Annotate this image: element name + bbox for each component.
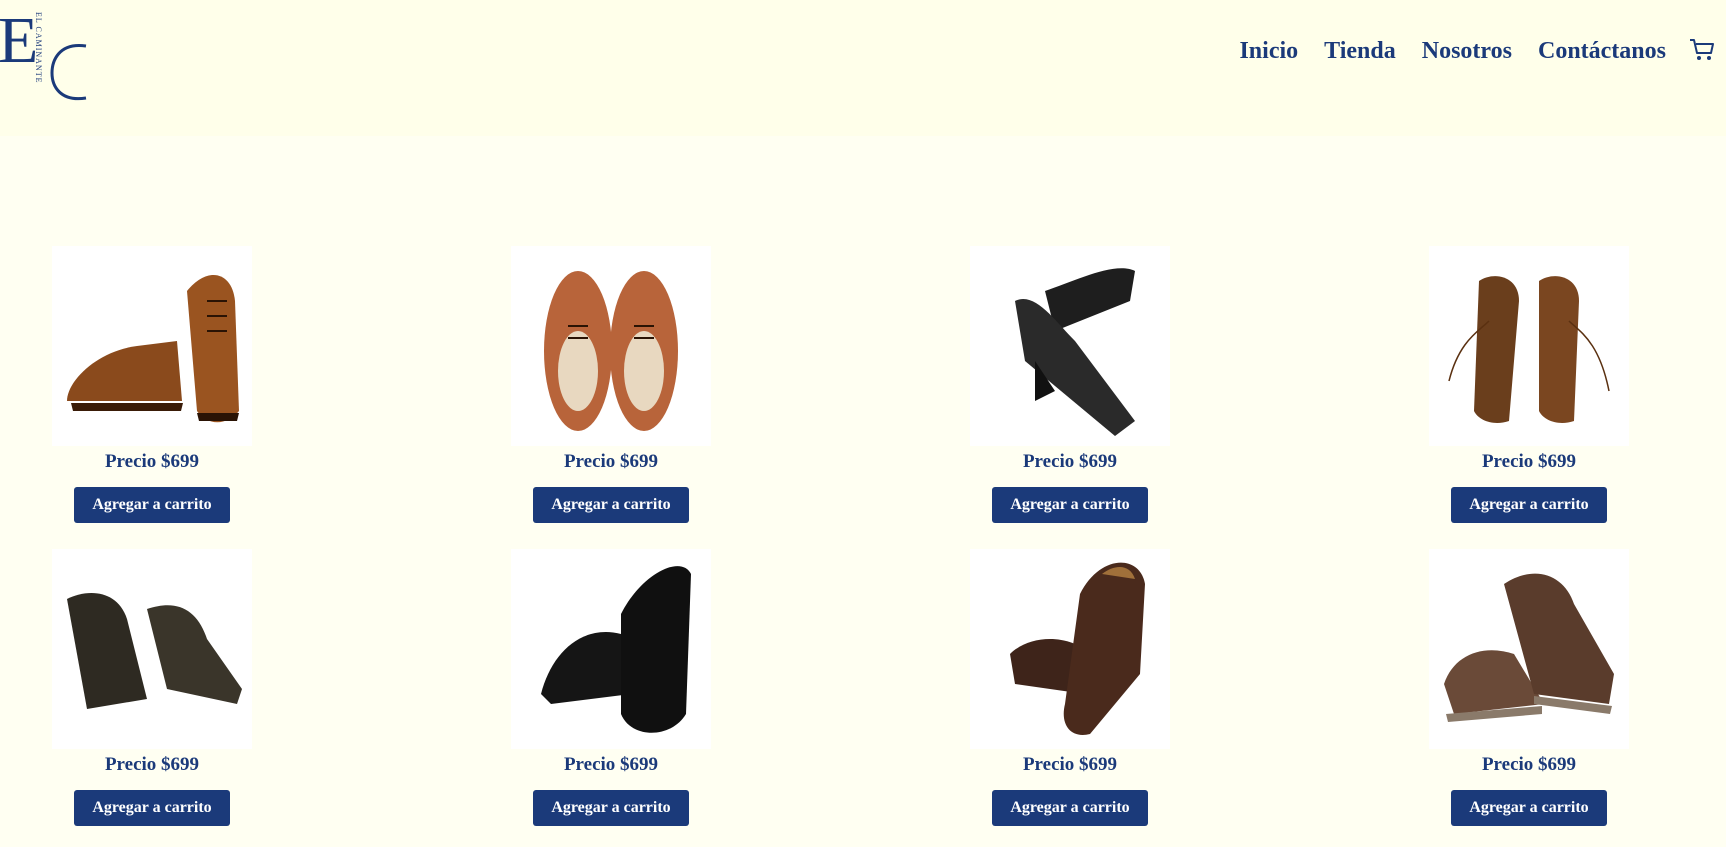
shoe-image-dark-cap-toe [67, 593, 242, 709]
main-nav: Inicio Tienda Nosotros Contáctanos [1239, 38, 1666, 65]
product-image[interactable] [511, 549, 711, 749]
add-to-cart-button[interactable]: Agregar a carrito [533, 487, 689, 523]
product-image[interactable] [52, 246, 252, 446]
product-price: Precio $699 [563, 754, 659, 775]
logo-letter-c [50, 44, 87, 101]
logo-subtitle: EL CAMINANTE [34, 12, 43, 84]
product-card: Precio $699 Agregar a carrito [52, 246, 252, 523]
product-image[interactable] [970, 549, 1170, 749]
shoe-image-black-derby [1015, 268, 1135, 436]
shoe-image-bronze-oxford [1448, 276, 1610, 423]
add-to-cart-button[interactable]: Agregar a carrito [992, 487, 1148, 523]
product-image[interactable] [1429, 549, 1629, 749]
logo-letter-e: E [0, 4, 39, 77]
cart-icon[interactable] [1688, 36, 1716, 64]
product-price: Precio $699 [104, 451, 200, 472]
site-header: E EL CAMINANTE Inicio Tienda Nosotros Co… [0, 0, 1726, 136]
shoe-image-brown-wingtip [67, 274, 239, 423]
product-price: Precio $699 [1481, 451, 1577, 472]
product-card: Precio $699 Agregar a carrito [511, 246, 711, 523]
product-price: Precio $699 [104, 754, 200, 775]
product-card: Precio $699 Agregar a carrito [52, 549, 252, 826]
product-image[interactable] [511, 246, 711, 446]
shoe-image-black-brogue [541, 566, 691, 733]
add-to-cart-button[interactable]: Agregar a carrito [533, 790, 689, 826]
add-to-cart-button[interactable]: Agregar a carrito [74, 790, 230, 826]
product-image[interactable] [970, 246, 1170, 446]
nav-tienda[interactable]: Tienda [1324, 38, 1396, 65]
product-price: Precio $699 [1022, 451, 1118, 472]
product-card: Precio $699 Agregar a carrito [970, 246, 1170, 523]
add-to-cart-button[interactable]: Agregar a carrito [1451, 487, 1607, 523]
product-price: Precio $699 [1022, 754, 1118, 775]
shoe-image-tan-brogue [544, 271, 678, 431]
add-to-cart-button[interactable]: Agregar a carrito [992, 790, 1148, 826]
product-card: Precio $699 Agregar a carrito [970, 549, 1170, 826]
product-card: Precio $699 Agregar a carrito [511, 549, 711, 826]
add-to-cart-button[interactable]: Agregar a carrito [74, 487, 230, 523]
nav-nosotros[interactable]: Nosotros [1422, 38, 1512, 65]
product-price: Precio $699 [563, 451, 659, 472]
shoe-image-brown-loafer [1010, 562, 1145, 735]
nav-inicio[interactable]: Inicio [1239, 38, 1298, 65]
product-price: Precio $699 [1481, 754, 1577, 775]
nav-contactanos[interactable]: Contáctanos [1538, 38, 1666, 65]
product-card: Precio $699 Agregar a carrito [1429, 549, 1629, 826]
shoe-image-brown-casual [1444, 573, 1614, 722]
product-card: Precio $699 Agregar a carrito [1429, 246, 1629, 523]
add-to-cart-button[interactable]: Agregar a carrito [1451, 790, 1607, 826]
product-image[interactable] [52, 549, 252, 749]
product-image[interactable] [1429, 246, 1629, 446]
brand-logo[interactable]: E EL CAMINANTE [0, 4, 100, 101]
